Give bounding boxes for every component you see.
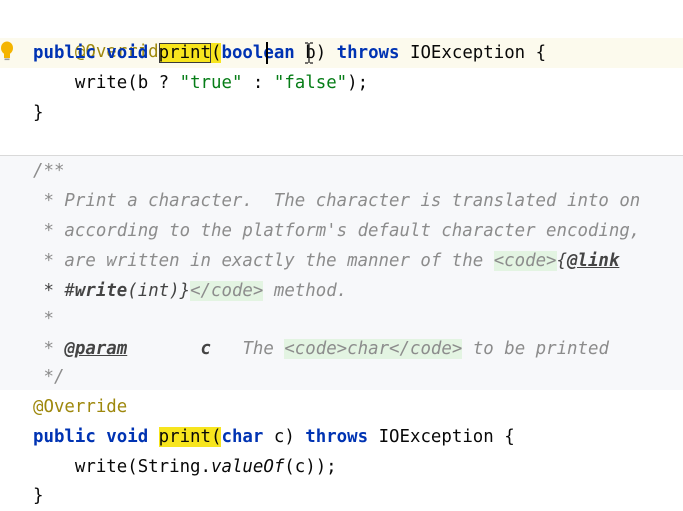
- closing-brace: }: [33, 486, 44, 506]
- javadoc-line[interactable]: /**: [33, 156, 64, 186]
- code-line[interactable]: write(String.valueOf(c));: [33, 452, 337, 482]
- doc-text: (int)}: [127, 281, 191, 301]
- doc-html-tag: </code>: [389, 339, 463, 359]
- string-literal: "true": [179, 73, 243, 93]
- code-text: IOException {: [399, 43, 547, 63]
- javadoc-line[interactable]: */: [33, 362, 64, 392]
- code-text: write(String.: [33, 457, 211, 477]
- doc-code-text: char: [347, 339, 390, 359]
- doc-param-tag: @param: [64, 339, 128, 359]
- code-line[interactable]: }: [33, 481, 43, 511]
- doc-html-tag: </code>: [190, 281, 264, 301]
- doc-text: /**: [33, 161, 65, 181]
- doc-link-tag[interactable]: @link: [567, 251, 619, 271]
- method-name-highlight: print: [158, 43, 211, 63]
- code-line[interactable]: public void print(boolean b) throws IOEx…: [33, 38, 546, 68]
- doc-text: to be printed: [462, 339, 609, 359]
- code-text: :: [242, 73, 274, 93]
- doc-text: *: [33, 339, 65, 359]
- code-editor[interactable]: @Override public void print(boolean b) t…: [0, 0, 683, 508]
- static-method-call: valueOf: [211, 457, 285, 477]
- paren: (: [211, 43, 222, 63]
- javadoc-line[interactable]: * according to the platform's default ch…: [33, 216, 640, 246]
- doc-text: {: [556, 251, 567, 271]
- doc-text: * #: [33, 281, 75, 301]
- lightbulb-icon[interactable]: [0, 40, 14, 64]
- keyword: throws: [305, 427, 369, 447]
- doc-html-tag: <code>: [493, 251, 557, 271]
- doc-html-tag: <code>: [284, 339, 348, 359]
- text-cursor-icon: [305, 42, 313, 64]
- code-text: b): [294, 43, 337, 63]
- code-line[interactable]: public void print(char c) throws IOExcep…: [33, 422, 515, 452]
- keyword: public void: [33, 427, 159, 447]
- code-text: write(b ?: [33, 73, 180, 93]
- keyword: boolean: [221, 43, 295, 63]
- keyword: throws: [336, 43, 400, 63]
- code-line[interactable]: }: [33, 98, 43, 128]
- code-text: c): [263, 427, 306, 447]
- closing-brace: }: [33, 103, 44, 123]
- code-text: IOException {: [368, 427, 515, 447]
- doc-method-ref[interactable]: write: [75, 281, 127, 301]
- code-text: (c));: [284, 457, 337, 477]
- doc-text: [127, 339, 200, 359]
- doc-text: *: [33, 309, 54, 329]
- text-caret: [266, 42, 268, 64]
- keyword: public void: [33, 43, 159, 63]
- javadoc-line[interactable]: * #write(int)}</code> method.: [33, 276, 347, 306]
- javadoc-line[interactable]: * are written in exactly the manner of t…: [33, 246, 619, 276]
- code-line[interactable]: write(b ? "true" : "false");: [33, 68, 368, 98]
- code-line[interactable]: @Override: [33, 7, 169, 62]
- doc-param-name: c: [200, 339, 212, 359]
- code-text: );: [347, 73, 369, 93]
- code-line[interactable]: @Override: [33, 392, 127, 422]
- annotation: @Override: [33, 397, 128, 417]
- paren: (: [211, 427, 222, 447]
- doc-text: * according to the platform's default ch…: [33, 221, 641, 241]
- javadoc-line[interactable]: * Print a character. The character is tr…: [33, 186, 640, 216]
- doc-text: * are written in exactly the manner of t…: [33, 251, 494, 271]
- doc-text: */: [33, 367, 65, 387]
- javadoc-line[interactable]: *: [33, 304, 54, 334]
- javadoc-line[interactable]: * @param c The <code>char</code> to be p…: [33, 334, 609, 364]
- doc-text: The: [211, 339, 285, 359]
- keyword: char: [221, 427, 264, 447]
- doc-text: method.: [263, 281, 348, 301]
- method-name-highlight: print: [158, 427, 211, 447]
- doc-text: * Print a character. The character is tr…: [33, 191, 641, 211]
- string-literal: "false": [273, 73, 348, 93]
